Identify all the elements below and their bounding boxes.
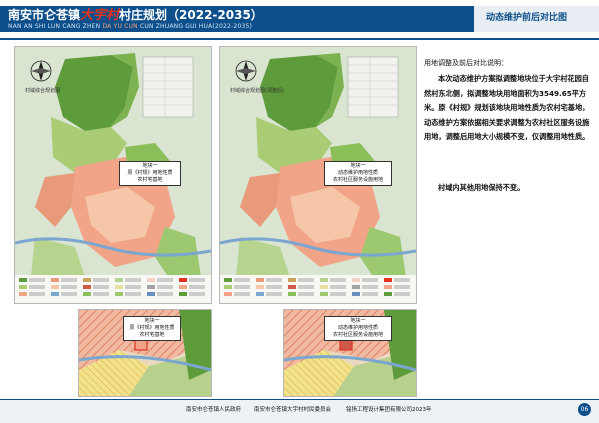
page-number: 06 bbox=[578, 403, 591, 416]
map-after: 村域综合规划图(调整后) 地块一 动态维护用地性质 农村社区服务设施用地 bbox=[219, 46, 417, 304]
map-before: 村域综合规划图 地块一 原《村规》用地性质 农村宅基地 bbox=[14, 46, 212, 304]
header-divider bbox=[0, 38, 599, 40]
callout-line-1: 地块一 bbox=[350, 318, 366, 324]
callout-line-3: 农村社区服务设施用地 bbox=[332, 332, 383, 338]
callout-line-2: 原《村规》用地性质 bbox=[129, 325, 175, 331]
notes-title: 用地调整及前后对比说明： bbox=[424, 59, 508, 67]
north-arrow-icon bbox=[30, 60, 52, 82]
callout-line-1: 地块一 bbox=[142, 163, 158, 169]
map-before-callout: 地块一 原《村规》用地性质 农村宅基地 bbox=[119, 161, 181, 186]
footer-org-1: 南安市仑苍镇人民政府 bbox=[186, 407, 242, 413]
detail-after-callout: 地块一 动态维护用地性质 农村社区服务设施用地 bbox=[324, 316, 392, 341]
map-before-legend bbox=[19, 278, 205, 296]
detail-map-before: 地块一 原《村规》用地性质 农村宅基地 bbox=[78, 309, 212, 397]
north-arrow-icon bbox=[235, 60, 257, 82]
callout-line-2: 动态维护用地性质 bbox=[337, 170, 378, 176]
section-title: 动态维护前后对比图 bbox=[486, 13, 568, 23]
footer-org-3: 铭扬工程设计集团有限公司 bbox=[346, 407, 413, 413]
notes-paragraph-2: 村域内其他用地保持不变。 bbox=[438, 183, 525, 192]
notes-paragraph-1: 本次动态维护方案拟调整地块位于大宇村花园自然村东北侧，拟调整地块用地面积为354… bbox=[424, 74, 590, 142]
page-subtitle: NAN AN SHI LUN CANG ZHEN DA YU CUN CUN Z… bbox=[8, 23, 253, 30]
map-before-caption: 村域综合规划图 bbox=[25, 88, 61, 94]
callout-line-2: 原《村规》用地性质 bbox=[127, 170, 173, 176]
callout-line-1: 地块一 bbox=[350, 163, 366, 169]
detail-map-after: 地块一 动态维护用地性质 农村社区服务设施用地 bbox=[283, 309, 417, 397]
map-after-caption: 村域综合规划图(调整后) bbox=[230, 88, 284, 94]
callout-line-2: 动态维护用地性质 bbox=[337, 325, 378, 331]
detail-before-callout: 地块一 原《村规》用地性质 农村宅基地 bbox=[123, 316, 181, 341]
callout-line-3: 农村宅基地 bbox=[137, 177, 163, 183]
callout-line-3: 农村社区服务设施用地 bbox=[332, 177, 383, 183]
footer-org-2: 南安市仑苍镇大宇村村民委员会 bbox=[254, 407, 332, 413]
page-title: 南安市仑苍镇大宇村村庄规划（2022-2035） bbox=[8, 8, 263, 23]
map-before-drawing bbox=[15, 47, 211, 303]
map-after-legend bbox=[224, 278, 410, 296]
footer-year: 2023年 bbox=[412, 407, 432, 413]
page-header: 南安市仑苍镇大宇村村庄规划（2022-2035） NAN AN SHI LUN … bbox=[0, 0, 599, 40]
callout-line-1: 地块一 bbox=[144, 318, 160, 324]
callout-line-3: 农村宅基地 bbox=[139, 332, 165, 338]
map-after-callout: 地块一 动态维护用地性质 农村社区服务设施用地 bbox=[324, 161, 392, 186]
